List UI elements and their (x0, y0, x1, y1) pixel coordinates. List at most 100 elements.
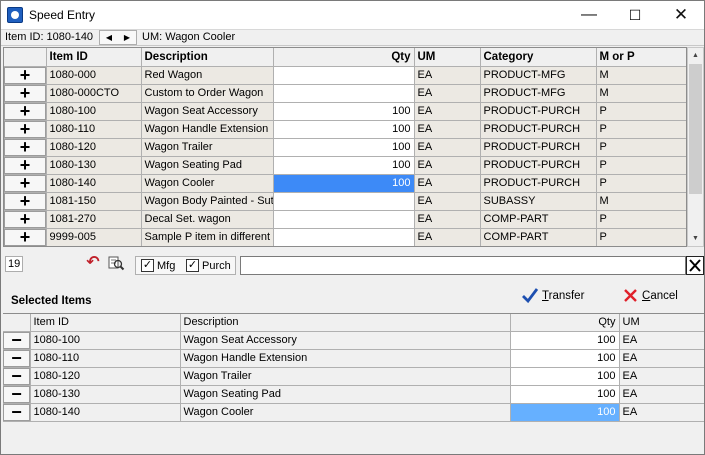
scroll-down-icon[interactable]: ▼ (688, 231, 703, 246)
cell-qty-input[interactable]: 100 (273, 156, 415, 175)
scroll-thumb[interactable] (689, 64, 702, 194)
cell-qty-input[interactable]: 100 (510, 331, 620, 350)
cell-qty-input[interactable]: 100 (510, 385, 620, 404)
selected-row[interactable]: −1080-110 Wagon Handle Extension 100 EA (3, 349, 704, 368)
cell-description: Custom to Order Wagon (141, 84, 274, 103)
selected-row[interactable]: −1080-130 Wagon Seating Pad 100 EA (3, 385, 704, 404)
cell-um: EA (414, 84, 481, 103)
cell-description: Wagon Trailer (180, 367, 511, 386)
table-row[interactable]: +1081-270 Decal Set. wagon EA COMP-PART P (4, 210, 686, 229)
current-item-id: Item ID: 1080-140 (5, 31, 94, 43)
cell-qty-input[interactable] (273, 192, 415, 211)
add-item-button[interactable]: + (4, 84, 45, 101)
table-row[interactable]: +1080-120 Wagon Trailer 100 EA PRODUCT-PURCH… (4, 138, 686, 157)
add-item-button[interactable]: + (4, 102, 45, 119)
minimize-button[interactable]: — (566, 1, 612, 29)
add-item-button[interactable]: + (4, 228, 45, 245)
table-row[interactable]: +1080-000CTO Custom to Order Wagon EA PRODU… (4, 84, 686, 103)
cancel-button[interactable]: Cancel (623, 286, 678, 306)
sel-col-header-um[interactable]: UM (619, 314, 704, 332)
selected-row[interactable]: −1080-120 Wagon Trailer 100 EA (3, 367, 704, 386)
cell-category: PRODUCT-PURCH (480, 102, 597, 121)
cell-qty-input[interactable]: 100 (273, 138, 415, 157)
cell-um: EA (619, 367, 704, 386)
cell-m-or-p: P (596, 138, 686, 157)
transfer-button[interactable]: Transfer (521, 286, 584, 306)
cell-description: Wagon Handle Extension (180, 349, 511, 368)
table-row[interactable]: +1080-000 Red Wagon EA PRODUCT-MFG M (4, 66, 686, 85)
items-grid-scrollbar[interactable]: ▲ ▼ (687, 47, 704, 247)
selected-row[interactable]: −1080-100 Wagon Seat Accessory 100 EA (3, 331, 704, 350)
close-button[interactable]: ✕ (658, 1, 704, 29)
selected-row[interactable]: −1080-140 Wagon Cooler 100 EA (3, 403, 704, 422)
col-header-m-or-p[interactable]: M or P (596, 48, 686, 67)
cell-qty-input[interactable] (273, 228, 415, 246)
col-header-item-id[interactable]: Item ID (46, 48, 142, 67)
prev-record-button[interactable]: ◀ (100, 31, 118, 44)
col-header-category[interactable]: Category (480, 48, 597, 67)
col-header-um[interactable]: UM (414, 48, 481, 67)
cell-qty-input[interactable]: 100 (510, 367, 620, 386)
col-header-qty[interactable]: Qty (273, 48, 415, 67)
transfer-label: ransfer (548, 290, 585, 302)
mfg-checkbox[interactable]: ✓ (141, 259, 154, 272)
cell-item-id: 1080-100 (46, 102, 142, 121)
add-item-button[interactable]: + (4, 210, 45, 227)
clear-search-button[interactable] (686, 256, 704, 275)
add-item-button[interactable]: + (4, 174, 45, 191)
remove-item-button[interactable]: − (3, 403, 29, 420)
speed-entry-window: Speed Entry — ☐ ✕ Item ID: 1080-140 ◀ ▶ … (0, 0, 705, 455)
add-item-button[interactable]: + (4, 66, 45, 83)
transfer-label-accel: T (542, 290, 549, 302)
add-item-button[interactable]: + (4, 192, 45, 209)
cell-qty-input[interactable]: 100 (510, 403, 620, 422)
table-row[interactable]: +1081-150 Wagon Body Painted - Sut EA SUBAS… (4, 192, 686, 211)
purch-checkbox[interactable]: ✓ (186, 259, 199, 272)
next-record-button[interactable]: ▶ (118, 31, 136, 44)
maximize-button[interactable]: ☐ (612, 1, 658, 29)
cell-qty-input[interactable] (273, 84, 415, 103)
cell-m-or-p: M (596, 192, 686, 211)
table-row[interactable]: +9999-005 Sample P item in different U EA C… (4, 228, 686, 246)
remove-item-button[interactable]: − (3, 331, 29, 348)
table-row[interactable]: +1080-140 Wagon Cooler 100 EA PRODUCT-PURCH P (4, 174, 686, 193)
remove-item-button[interactable]: − (3, 349, 29, 366)
cell-m-or-p: P (596, 210, 686, 229)
sel-col-header-item-id[interactable]: Item ID (30, 314, 181, 332)
selected-items-grid: Item ID Description Qty UM −1080-100 Wago… (3, 313, 704, 453)
cell-qty-input[interactable]: 100 (273, 120, 415, 139)
cell-category: SUBASSY (480, 192, 597, 211)
cell-um: EA (414, 228, 481, 246)
table-row[interactable]: +1080-100 Wagon Seat Accessory 100 EA PRODUC… (4, 102, 686, 121)
cell-um: EA (619, 349, 704, 368)
row-action-cell: + (4, 228, 47, 246)
add-item-button[interactable]: + (4, 138, 45, 155)
selected-grid-header: Item ID Description Qty UM (3, 314, 704, 332)
cell-item-id: 1080-130 (46, 156, 142, 175)
table-row[interactable]: +1080-130 Wagon Seating Pad 100 EA PRODUCT-P… (4, 156, 686, 175)
remove-item-button[interactable]: − (3, 367, 29, 384)
sel-col-header-description[interactable]: Description (180, 314, 511, 332)
cell-item-id: 1081-270 (46, 210, 142, 229)
add-item-button[interactable]: + (4, 120, 45, 137)
cell-qty-input[interactable] (273, 210, 415, 229)
cell-qty-input[interactable] (273, 66, 415, 85)
cell-qty-input[interactable]: 100 (510, 349, 620, 368)
cell-qty-input[interactable]: 100 (273, 102, 415, 121)
find-items-icon[interactable] (107, 254, 125, 272)
row-action-cell: − (3, 385, 31, 404)
row-action-cell: + (4, 84, 47, 103)
table-row[interactable]: +1080-110 Wagon Handle Extension 100 EA PROD… (4, 120, 686, 139)
cell-qty-input[interactable]: 100 (273, 174, 415, 193)
sel-col-header-qty[interactable]: Qty (510, 314, 620, 332)
cancel-label: ancel (650, 290, 678, 302)
search-input[interactable] (240, 256, 686, 275)
cell-description: Sample P item in different U (141, 228, 274, 246)
col-header-description[interactable]: Description (141, 48, 274, 67)
row-action-cell: + (4, 174, 47, 193)
add-item-button[interactable]: + (4, 156, 45, 173)
remove-item-button[interactable]: − (3, 385, 29, 402)
cell-description: Wagon Cooler (141, 174, 274, 193)
undo-icon[interactable]: ↶ (84, 254, 102, 272)
scroll-up-icon[interactable]: ▲ (688, 48, 703, 63)
